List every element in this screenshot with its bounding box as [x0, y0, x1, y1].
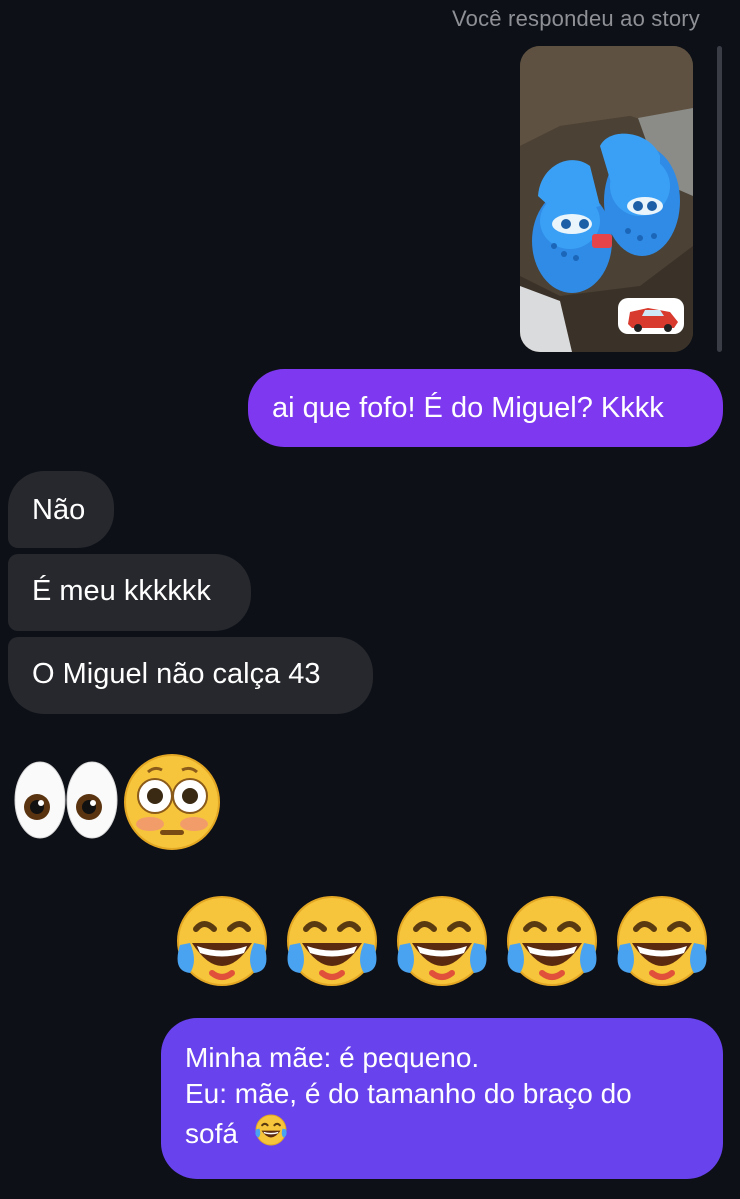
laughing-tears-emoji — [617, 896, 707, 986]
laughing-tears-emoji — [397, 896, 487, 986]
story-reply-label: Você respondeu ao story — [452, 6, 700, 31]
emoji-group — [177, 896, 707, 986]
laughing-tears-emoji — [177, 896, 267, 986]
message-text: Não — [32, 494, 86, 526]
incoming-message-bubble[interactable]: O Miguel não calça 43 — [8, 637, 373, 714]
story-side-bar — [717, 46, 722, 352]
message-line: Minha mãe: é pequeno. — [185, 1042, 480, 1073]
message-text: sofá — [185, 1117, 238, 1149]
eyes-emoji — [14, 761, 118, 839]
story-thumbnail[interactable] — [520, 46, 693, 352]
outgoing-message-bubble[interactable]: ai que fofo! É do Miguel? Kkkk — [248, 369, 723, 447]
flushed-face-emoji — [124, 754, 220, 850]
emoji-group — [14, 754, 220, 850]
laughing-tears-emoji — [287, 896, 377, 986]
laughing-tears-emoji — [255, 1114, 287, 1146]
outgoing-emoji-message[interactable] — [176, 893, 724, 997]
message-text: ai que fofo! É do Miguel? Kkkk — [272, 392, 664, 424]
outgoing-message-bubble[interactable]: Minha mãe: é pequeno. Eu: mãe, é do tama… — [161, 1018, 723, 1179]
message-line: Eu: mãe, é do tamanho do braço do — [185, 1078, 632, 1110]
message-text: É meu kkkkkk — [32, 575, 211, 607]
message-text: O Miguel não calça 43 — [32, 658, 321, 690]
incoming-emoji-message[interactable] — [10, 752, 225, 856]
incoming-message-bubble[interactable]: Não — [8, 471, 114, 548]
message-line: sofá — [185, 1113, 703, 1152]
laughing-tears-emoji — [507, 896, 597, 986]
incoming-message-bubble[interactable]: É meu kkkkkk — [8, 554, 251, 631]
story-image — [520, 46, 693, 352]
